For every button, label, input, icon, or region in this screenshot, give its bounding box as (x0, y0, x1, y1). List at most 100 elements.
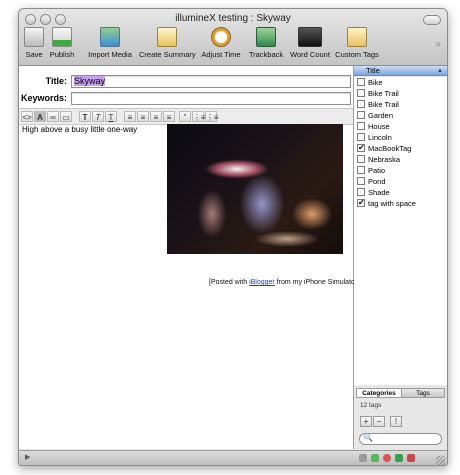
tag-checkbox[interactable] (357, 133, 365, 141)
keywords-label: Keywords: (20, 93, 67, 103)
tab-tags[interactable]: Tags (401, 388, 445, 398)
tag-item[interactable]: Nebraska (354, 154, 447, 165)
tag-checkbox[interactable] (357, 89, 365, 97)
tag-checkbox[interactable] (357, 155, 365, 163)
tag-item[interactable]: Lincoln (354, 132, 447, 143)
underline-button[interactable]: T (105, 111, 117, 122)
import-media-icon (100, 27, 120, 47)
tag-item[interactable]: Patio (354, 165, 447, 176)
toolbar-save-button[interactable]: Save (23, 27, 45, 63)
align-right-button[interactable]: ≡ (150, 111, 162, 122)
align-center-button[interactable]: ≡ (137, 111, 149, 122)
image-button[interactable]: ▭ (60, 111, 72, 122)
tag-checkbox-checked[interactable]: ✔ (357, 199, 365, 207)
remove-tag-button[interactable]: − (373, 416, 385, 427)
tag-item[interactable]: ✔ tag with space (354, 198, 447, 209)
font-button[interactable]: A (34, 111, 46, 122)
toolbar-custom-tags-button[interactable]: Custom Tags (335, 27, 379, 63)
posted-suffix: from my iPhone Simulator] (274, 279, 360, 286)
keywords-row: Keywords: (19, 92, 353, 108)
custom-tags-icon (347, 27, 367, 47)
tag-checkbox[interactable] (357, 177, 365, 185)
bold-button[interactable]: T (79, 111, 91, 122)
keywords-field[interactable] (71, 92, 351, 105)
link-button[interactable]: ∞ (47, 111, 59, 122)
tag-item[interactable]: Bike Trail (354, 88, 447, 99)
unordered-list-button[interactable]: ⋮≡ (192, 111, 206, 122)
tag-item[interactable]: ✔ MacBookTag (354, 143, 447, 154)
tag-checkbox[interactable] (357, 166, 365, 174)
toolbar-import-media-label: Import Media (88, 50, 132, 59)
status-speaker-icon[interactable] (407, 454, 415, 462)
ordered-list-button[interactable]: ⋮≡ (205, 111, 219, 122)
create-summary-icon (157, 27, 177, 47)
play-icon[interactable]: ▶ (25, 453, 30, 461)
tag-checkbox[interactable] (357, 122, 365, 130)
toolbar-custom-tags-label: Custom Tags (335, 50, 379, 59)
html-source-button[interactable]: <> (21, 111, 33, 122)
toolbar-overflow-button[interactable]: » (435, 39, 441, 50)
toolbar-trackback-button[interactable]: Trackback (247, 27, 285, 63)
posted-with-note: [Posted with iBlogger from my iPhone Sim… (209, 279, 359, 286)
post-body-text[interactable]: High above a busy little one-way (22, 125, 137, 134)
tag-name: tag with space (368, 199, 416, 208)
tag-name: Pond (368, 177, 386, 186)
tag-checkbox[interactable] (357, 111, 365, 119)
resize-handle[interactable] (436, 456, 445, 465)
grip-icon (359, 454, 367, 462)
status-tag-icon[interactable] (395, 454, 403, 462)
tag-name: MacBookTag (368, 144, 412, 153)
tag-name: Patio (368, 166, 386, 175)
posted-prefix: [Posted with (209, 279, 250, 286)
iblogger-link[interactable]: iBlogger (249, 279, 275, 286)
tag-name: Bike Trail (368, 89, 399, 98)
tag-name: Lincoln (368, 133, 392, 142)
tag-item[interactable]: Garden (354, 110, 447, 121)
tag-checkbox-checked[interactable]: ✔ (357, 144, 365, 152)
toolbar-adjust-time-label: Adjust Time (201, 50, 241, 59)
tag-list: Bike Bike Trail Bike Trail Garden House … (354, 77, 447, 385)
toolbar-word-count-label: Word Count (290, 50, 330, 59)
tag-item[interactable]: Bike Trail (354, 99, 447, 110)
tag-search-input[interactable]: 🔍 (359, 433, 442, 445)
toolbar-import-media-button[interactable]: Import Media (87, 27, 133, 63)
justify-button[interactable]: ≡ (163, 111, 175, 122)
tag-item[interactable]: Bike (354, 77, 447, 88)
search-icon: 🔍 (363, 433, 373, 442)
status-red-icon[interactable] (383, 454, 391, 462)
tab-categories[interactable]: Categories (356, 388, 402, 398)
title-label: Title: (45, 76, 67, 86)
tag-item[interactable]: House (354, 121, 447, 132)
tag-checkbox[interactable] (357, 78, 365, 86)
post-editor: Title: Skyway Keywords: <> A ∞ ▭ T T T ≡… (19, 66, 359, 449)
toolbar-publish-button[interactable]: Publish (49, 27, 75, 63)
word-count-icon (298, 27, 322, 47)
toolbar-create-summary-button[interactable]: Create Summary (139, 27, 196, 63)
toolbar-adjust-time-button[interactable]: Adjust Time (201, 27, 241, 63)
format-toolbar: <> A ∞ ▭ T T T ≡ ≡ ≡ ≡ ” ⋮≡ ⋮≡ (19, 108, 353, 125)
tag-name: Nebraska (368, 155, 401, 164)
app-window: illumineX testing : Skyway Save Publish … (18, 8, 448, 466)
tag-checkbox[interactable] (357, 100, 365, 108)
italic-button[interactable]: T (92, 111, 104, 122)
toolbar-toggle-button[interactable] (423, 15, 441, 25)
title-bar: illumineX testing : Skyway Save Publish … (19, 9, 447, 66)
status-bar: ▶ (19, 450, 447, 465)
status-green-icon[interactable] (371, 454, 379, 462)
title-column-header[interactable]: Title ▲ (354, 66, 447, 76)
tag-checkbox[interactable] (357, 188, 365, 196)
sidebar-tabs: Categories Tags (354, 388, 447, 398)
tag-info-button[interactable]: ! (390, 416, 402, 427)
align-left-button[interactable]: ≡ (124, 111, 136, 122)
tag-name: Garden (368, 111, 394, 120)
title-field[interactable]: Skyway (71, 75, 351, 88)
blockquote-button[interactable]: ” (179, 111, 191, 122)
tag-item[interactable]: Pond (354, 176, 447, 187)
save-icon (24, 27, 44, 47)
toolbar-word-count-button[interactable]: Word Count (289, 27, 331, 63)
tag-name: House (368, 122, 390, 131)
add-tag-button[interactable]: + (360, 416, 372, 427)
toolbar-save-label: Save (25, 50, 43, 59)
tag-name: Bike (368, 78, 383, 87)
tag-item[interactable]: Shade (354, 187, 447, 198)
